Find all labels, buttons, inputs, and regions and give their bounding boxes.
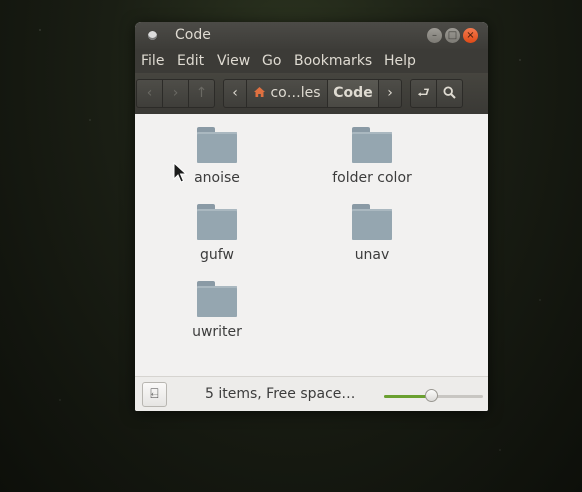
folder-item-folder-color[interactable]: folder color xyxy=(317,127,427,186)
zoom-slider-handle[interactable] xyxy=(424,389,438,402)
folder-icon xyxy=(352,204,392,240)
folder-label: unav xyxy=(354,247,390,263)
status-text: 5 items, Free space… xyxy=(205,386,356,402)
crumb-right-button[interactable]: › xyxy=(378,79,402,108)
up-button[interactable]: ↑ xyxy=(188,79,215,108)
folder-icon xyxy=(197,281,237,317)
menu-bar: File Edit View Go Bookmarks Help xyxy=(135,49,488,73)
toggle-sidebar-button[interactable]: ⍇ xyxy=(142,382,167,407)
home-icon xyxy=(254,87,265,97)
zoom-slider[interactable] xyxy=(384,389,483,402)
file-manager-window: Code – □ × File Edit View Go Bookmarks H… xyxy=(135,22,488,411)
menu-edit[interactable]: Edit xyxy=(177,53,204,69)
folder-icon xyxy=(197,127,237,163)
menu-help[interactable]: Help xyxy=(384,53,416,69)
back-button[interactable]: ‹ xyxy=(136,79,163,108)
folder-item-gufw[interactable]: gufw xyxy=(162,204,272,263)
menu-bookmarks[interactable]: Bookmarks xyxy=(294,53,372,69)
toolbar: ‹ › ↑ ‹ co…les Code › ⮐ xyxy=(135,73,488,115)
zoom-slider-fill xyxy=(384,395,431,398)
menu-go[interactable]: Go xyxy=(262,53,281,69)
menu-view[interactable]: View xyxy=(217,53,250,69)
toggle-location-icon: ⮐ xyxy=(417,85,430,101)
folder-icon xyxy=(352,127,392,163)
close-button[interactable]: × xyxy=(463,28,478,43)
folder-item-uwriter[interactable]: uwriter xyxy=(162,281,272,340)
crumb-current[interactable]: Code xyxy=(327,79,379,108)
crumb-left-button[interactable]: ‹ xyxy=(223,79,247,108)
search-icon xyxy=(443,86,456,99)
folder-label: gufw xyxy=(200,247,234,263)
forward-button[interactable]: › xyxy=(162,79,189,108)
app-icon xyxy=(148,31,157,40)
folder-icon xyxy=(197,204,237,240)
folder-label: folder color xyxy=(332,170,412,186)
folder-item-unav[interactable]: unav xyxy=(317,204,427,263)
minimize-button[interactable]: – xyxy=(427,28,442,43)
status-bar: ⍇ 5 items, Free space… xyxy=(135,376,488,411)
file-view[interactable]: anoise folder color gufw unav uwriter xyxy=(135,114,488,376)
folder-label: uwriter xyxy=(192,324,242,340)
crumb-home-label: co…les xyxy=(270,85,321,101)
window-title: Code xyxy=(175,27,211,43)
crumb-home[interactable]: co…les xyxy=(246,79,328,108)
title-bar[interactable]: Code – □ × xyxy=(135,22,488,49)
menu-file[interactable]: File xyxy=(141,53,164,69)
toggle-location-button[interactable]: ⮐ xyxy=(410,79,437,108)
sidebar-icon: ⍇ xyxy=(150,386,159,402)
maximize-button[interactable]: □ xyxy=(445,28,460,43)
search-button[interactable] xyxy=(436,79,463,108)
mouse-pointer-icon xyxy=(173,162,187,183)
